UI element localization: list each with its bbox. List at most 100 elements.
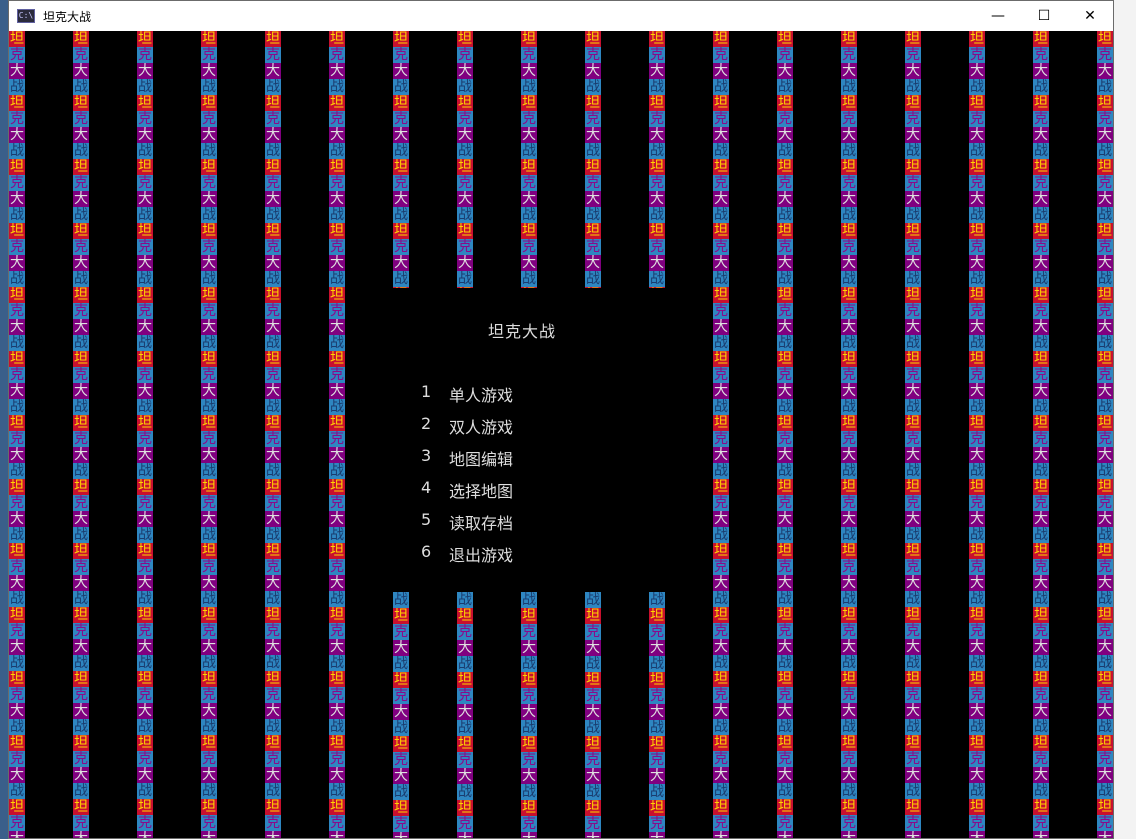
close-button[interactable]: ✕ xyxy=(1067,1,1113,31)
tile-cell: 克 xyxy=(649,175,665,191)
tile-cell: 战 xyxy=(969,719,985,735)
tile-column: 坦克大战坦克大战坦克大战坦克大战坦克大战坦克大战坦克大战坦克大战坦克大战坦克大战… xyxy=(1097,31,1113,838)
tile-cell: 大 xyxy=(201,703,217,719)
tile-cell: 坦 xyxy=(9,95,25,111)
tile-cell: 克 xyxy=(265,751,281,767)
tile-cell: 坦 xyxy=(393,736,409,752)
tile-cell: 大 xyxy=(649,191,665,207)
minimize-button[interactable]: — xyxy=(975,1,1021,31)
tile-cell: 坦 xyxy=(521,31,537,47)
maximize-button[interactable]: ☐ xyxy=(1021,1,1067,31)
tile-cell: 大 xyxy=(713,63,729,79)
tile-cell: 克 xyxy=(329,559,345,575)
tile-cell: 坦 xyxy=(1097,799,1113,815)
tile-cell: 克 xyxy=(137,431,153,447)
tile-cell: 克 xyxy=(9,175,25,191)
tile-cell: 克 xyxy=(841,47,857,63)
menu-item-single-player[interactable]: 1 单人游戏 xyxy=(421,382,513,414)
tile-cell: 坦 xyxy=(969,735,985,751)
tile-cell: 大 xyxy=(777,639,793,655)
tile-cell: 战 xyxy=(265,271,281,287)
menu-item-exit-game[interactable]: 6 退出游戏 xyxy=(421,542,513,574)
tile-cell: 大 xyxy=(393,640,409,656)
tile-cell: 克 xyxy=(73,815,89,831)
tile-cell: 战 xyxy=(1097,143,1113,159)
tile-cell: 坦 xyxy=(137,95,153,111)
tile-cell: 大 xyxy=(1097,319,1113,335)
tile-cell: 坦 xyxy=(73,287,89,303)
menu-item-map-editor[interactable]: 3 地图编辑 xyxy=(421,446,513,478)
title-bar[interactable]: C:\ 坦克大战 — ☐ ✕ xyxy=(9,1,1113,31)
tile-cell: 坦 xyxy=(329,671,345,687)
tile-cell: 坦 xyxy=(265,799,281,815)
tile-cell: 克 xyxy=(969,47,985,63)
tile-cell: 坦 xyxy=(713,159,729,175)
tile-cell: 战 xyxy=(521,656,537,672)
tile-cell: 克 xyxy=(521,816,537,832)
tile-cell: 战 xyxy=(1033,271,1049,287)
tile-cell: 坦 xyxy=(905,543,921,559)
tile-cell: 战 xyxy=(329,335,345,351)
tile-cell: 战 xyxy=(777,527,793,543)
tile-cell: 大 xyxy=(585,63,601,79)
tile-cell: 战 xyxy=(1033,527,1049,543)
tile-cell: 大 xyxy=(1033,703,1049,719)
menu-item-label: 退出游戏 xyxy=(449,546,514,565)
tile-cell: 坦 xyxy=(73,415,89,431)
menu-item-two-player[interactable]: 2 双人游戏 xyxy=(421,414,513,446)
tile-cell: 克 xyxy=(457,111,473,127)
tile-cell: 战 xyxy=(9,399,25,415)
tile-cell: 大 xyxy=(329,767,345,783)
tile-cell: 战 xyxy=(969,591,985,607)
tile-cell: 克 xyxy=(137,111,153,127)
tile-cell: 大 xyxy=(969,831,985,838)
tile-cell: 坦 xyxy=(201,479,217,495)
tile-cell: 克 xyxy=(713,175,729,191)
tile-cell: 坦 xyxy=(585,672,601,688)
tile-cell: 坦 xyxy=(201,607,217,623)
tile-cell: 坦 xyxy=(1033,31,1049,47)
tile-cell: 大 xyxy=(137,511,153,527)
tile-cell: 坦 xyxy=(329,95,345,111)
tile-cell: 坦 xyxy=(1097,735,1113,751)
tile-cell: 大 xyxy=(713,831,729,838)
tile-cell: 战 xyxy=(329,719,345,735)
tile-cell: 克 xyxy=(969,815,985,831)
tile-cell: 坦 xyxy=(73,31,89,47)
game-screen[interactable]: 坦克大战坦克大战坦克大战坦克大战坦克大战坦克大战坦克大战坦克大战坦克大战坦克大战… xyxy=(9,31,1113,838)
tile-cell: 战 xyxy=(649,656,665,672)
tile-cell: 克 xyxy=(73,687,89,703)
tile-cell: 战 xyxy=(841,143,857,159)
tile-cell: 大 xyxy=(649,127,665,143)
tile-cell: 克 xyxy=(649,752,665,768)
tile-cell: 克 xyxy=(457,816,473,832)
tile-cell: 坦 xyxy=(713,799,729,815)
tile-cell: 坦 xyxy=(521,223,537,239)
tile-cell: 坦 xyxy=(329,415,345,431)
tile-cell: 坦 xyxy=(393,287,409,288)
tile-cell: 坦 xyxy=(521,287,537,288)
tile-cell: 大 xyxy=(9,63,25,79)
tile-cell: 战 xyxy=(1097,207,1113,223)
tile-cell: 战 xyxy=(9,783,25,799)
tile-cell: 坦 xyxy=(265,351,281,367)
tile-cell: 战 xyxy=(713,143,729,159)
tile-cell: 大 xyxy=(521,704,537,720)
tile-cell: 战 xyxy=(841,463,857,479)
menu-item-load-save[interactable]: 5 读取存档 xyxy=(421,510,513,542)
tile-cell: 克 xyxy=(201,623,217,639)
tile-cell: 战 xyxy=(777,655,793,671)
tile-cell: 克 xyxy=(713,495,729,511)
tile-cell: 大 xyxy=(585,704,601,720)
tile-cell: 坦 xyxy=(521,608,537,624)
tile-cell: 克 xyxy=(841,303,857,319)
menu-item-select-map[interactable]: 4 选择地图 xyxy=(421,478,513,510)
tile-cell: 大 xyxy=(905,447,921,463)
tile-cell: 坦 xyxy=(969,479,985,495)
tile-cell: 克 xyxy=(777,495,793,511)
tile-cell: 战 xyxy=(969,463,985,479)
tile-cell: 坦 xyxy=(265,159,281,175)
tile-cell: 坦 xyxy=(841,287,857,303)
tile-cell: 坦 xyxy=(137,799,153,815)
tile-cell: 大 xyxy=(265,383,281,399)
